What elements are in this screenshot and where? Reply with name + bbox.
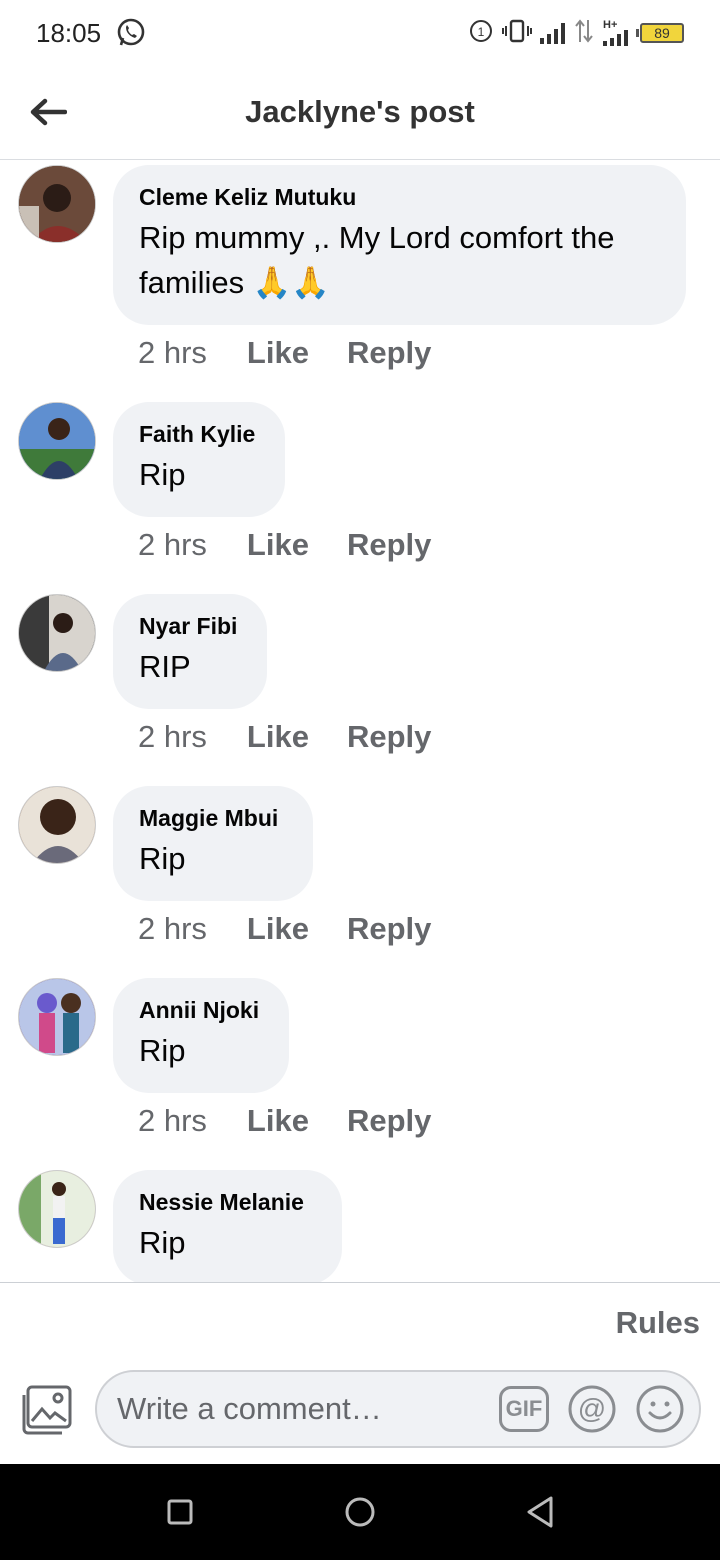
like-button[interactable]: Like	[247, 527, 309, 563]
like-button[interactable]: Like	[247, 335, 309, 371]
svg-text:1: 1	[478, 25, 485, 39]
comment-actions: 2 hrs Like Reply	[138, 719, 469, 755]
comment-actions: 2 hrs Like Reply	[138, 911, 469, 947]
reply-button[interactable]: Reply	[347, 527, 431, 563]
comments-list[interactable]: Cleme Keliz Mutuku Rip mummy ,. My Lord …	[0, 161, 720, 1282]
post-header: Jacklyne's post	[0, 66, 720, 160]
whatsapp-icon	[115, 17, 147, 49]
rules-link[interactable]: Rules	[616, 1305, 700, 1341]
home-icon[interactable]	[338, 1490, 382, 1534]
status-time: 18:05	[36, 17, 102, 48]
mention-icon[interactable]: @	[567, 1384, 617, 1434]
page-title: Jacklyne's post	[245, 94, 475, 129]
comment-bubble[interactable]: Cleme Keliz Mutuku Rip mummy ,. My Lord …	[113, 165, 686, 325]
avatar[interactable]	[18, 402, 96, 480]
comment-text: Rip	[139, 457, 186, 492]
comment-actions: 2 hrs Like Reply	[138, 1103, 469, 1139]
signal-strength-icon	[540, 22, 565, 44]
comment-author[interactable]: Nessie Melanie	[139, 1188, 316, 1216]
comment-bubble[interactable]: Annii Njoki Rip	[113, 978, 289, 1093]
comment-author[interactable]: Maggie Mbui	[139, 804, 287, 832]
comment-author[interactable]: Annii Njoki	[139, 996, 263, 1024]
like-button[interactable]: Like	[247, 1103, 309, 1139]
comment-bubble[interactable]: Faith Kylie Rip	[113, 402, 285, 517]
back-nav-icon[interactable]	[518, 1490, 562, 1534]
vibrate-icon	[502, 18, 532, 49]
comment-author[interactable]: Faith Kylie	[139, 420, 259, 448]
comment-time: 2 hrs	[138, 527, 207, 562]
comment-text: RIP	[139, 649, 191, 684]
reply-button[interactable]: Reply	[347, 1103, 431, 1139]
comment-text: Rip	[139, 1225, 186, 1260]
status-bar: 18:05 1 H+ 89	[0, 0, 720, 66]
comment-composer: Rules GIF @	[0, 1282, 720, 1464]
comment-text: Rip mummy ,. My Lord comfort the familie…	[139, 220, 615, 300]
avatar[interactable]	[18, 786, 96, 864]
comment-actions: 2 hrs Like Reply	[138, 527, 469, 563]
comment-actions: 2 hrs Like Reply	[138, 335, 469, 371]
data-arrows-icon	[573, 18, 595, 49]
reply-button[interactable]: Reply	[347, 335, 431, 371]
comment-time: 2 hrs	[138, 911, 207, 946]
avatar[interactable]	[18, 1170, 96, 1248]
comment-input-container[interactable]: GIF @	[95, 1370, 701, 1448]
comment-author[interactable]: Nyar Fibi	[139, 612, 241, 640]
svg-text:@: @	[578, 1393, 606, 1424]
network-type: H+	[603, 20, 628, 46]
battery-icon: 89	[636, 23, 684, 43]
comment-author[interactable]: Cleme Keliz Mutuku	[139, 183, 660, 211]
comment-time: 2 hrs	[138, 335, 207, 370]
reply-button[interactable]: Reply	[347, 911, 431, 947]
photo-icon[interactable]	[20, 1383, 74, 1437]
avatar[interactable]	[18, 594, 96, 672]
gif-button[interactable]: GIF	[499, 1386, 549, 1432]
comment-text: Rip	[139, 841, 186, 876]
like-button[interactable]: Like	[247, 719, 309, 755]
comment-input[interactable]	[117, 1372, 487, 1446]
like-button[interactable]: Like	[247, 911, 309, 947]
avatar[interactable]	[18, 978, 96, 1056]
recents-icon[interactable]	[158, 1490, 202, 1534]
reply-button[interactable]: Reply	[347, 719, 431, 755]
comment-bubble[interactable]: Nyar Fibi RIP	[113, 594, 267, 709]
system-nav-bar	[0, 1464, 720, 1560]
comment-bubble[interactable]: Maggie Mbui Rip	[113, 786, 313, 901]
comment-time: 2 hrs	[138, 1103, 207, 1138]
emoji-icon[interactable]	[635, 1384, 685, 1434]
comment-bubble[interactable]: Nessie Melanie Rip	[113, 1170, 342, 1282]
data-saver-icon: 1	[468, 18, 494, 49]
comment-time: 2 hrs	[138, 719, 207, 754]
comment-text: Rip	[139, 1033, 186, 1068]
avatar[interactable]	[18, 165, 96, 243]
